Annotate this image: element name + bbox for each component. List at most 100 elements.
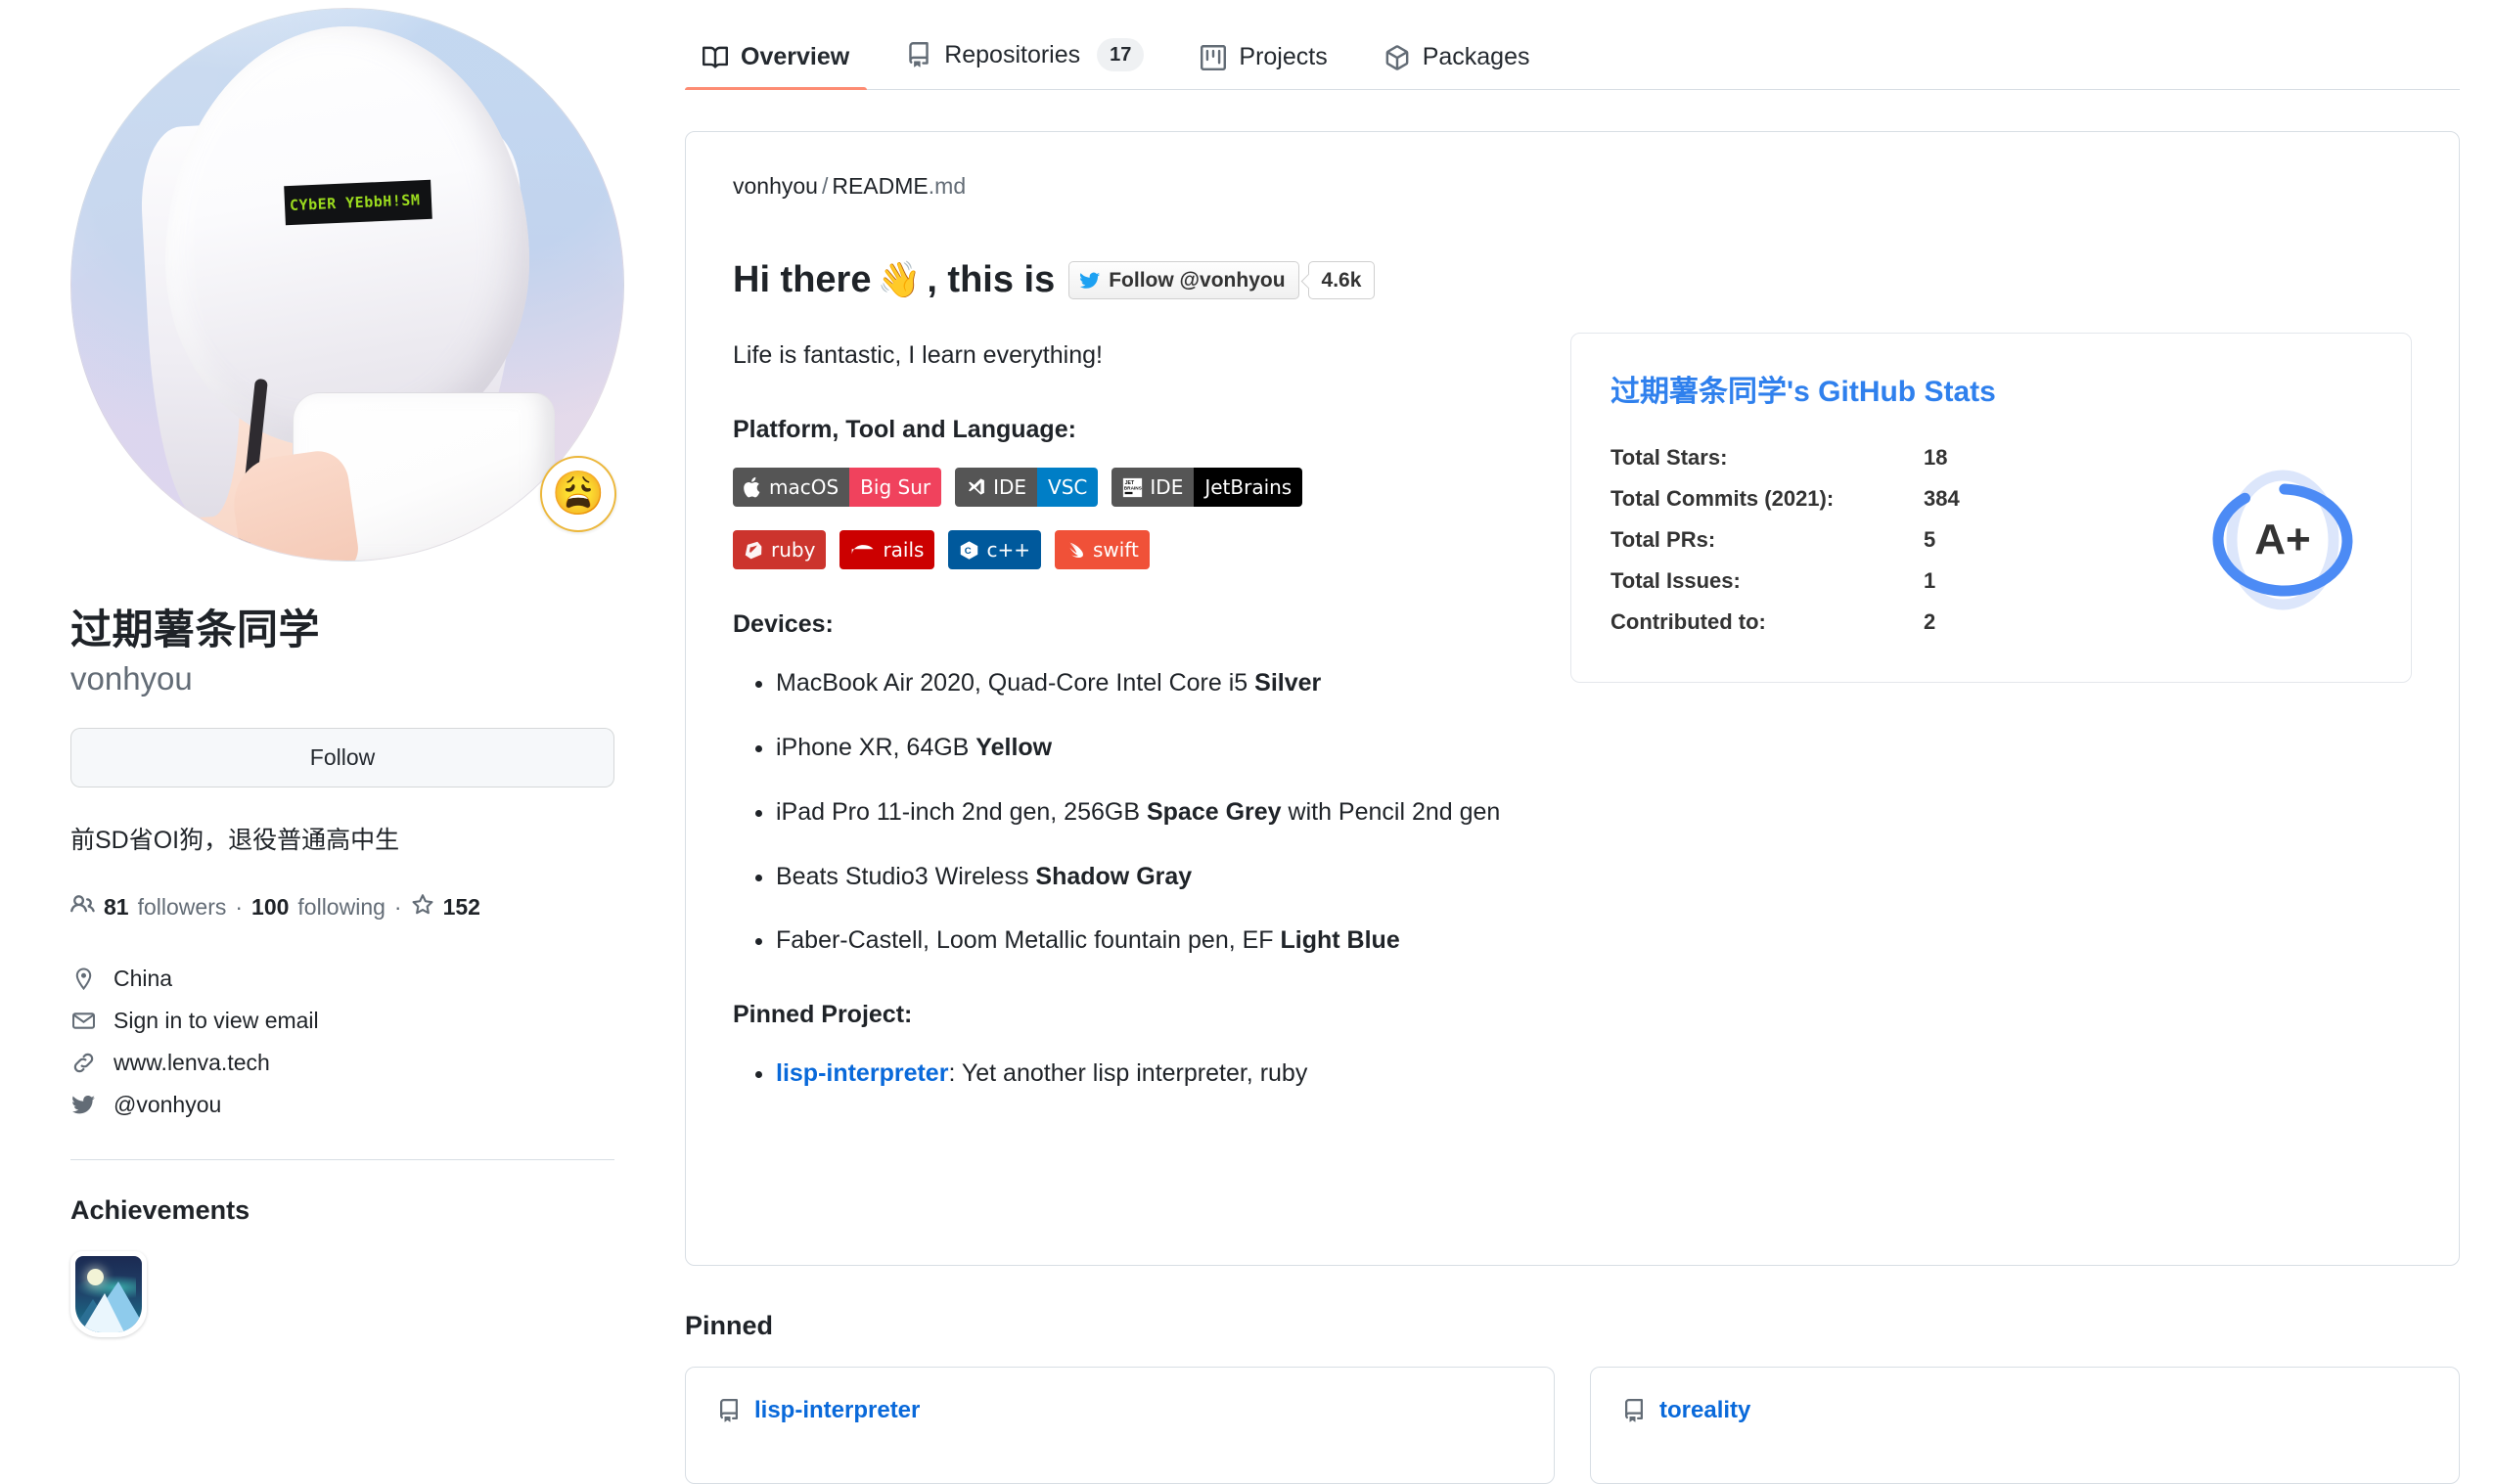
tab-projects[interactable]: Projects — [1183, 43, 1344, 89]
badge-jetbrains[interactable]: JET BRAINS IDE JetBrains — [1111, 468, 1303, 508]
following-label[interactable]: following — [297, 894, 386, 921]
profile-display-name: 过期薯条同学 — [70, 607, 321, 652]
arctic-code-vault-badge[interactable] — [70, 1251, 147, 1338]
pinned-project-link[interactable]: lisp-interpreter — [776, 1059, 948, 1087]
badge-swift-label: swift — [1092, 538, 1139, 562]
sidebar-divider — [70, 1159, 614, 1161]
stars-count[interactable]: 152 — [443, 894, 480, 921]
device-text: iPhone XR, 64GB — [776, 734, 976, 762]
github-stats-rows: Total Stars: 18 Total Commits (2021): 38… — [1610, 437, 2200, 643]
rank-ring: A+ — [2200, 457, 2366, 623]
badge-vscode-right: VSC — [1037, 468, 1099, 508]
followers-label[interactable]: followers — [138, 894, 227, 921]
device-bold: Yellow — [975, 734, 1053, 762]
wave-icon: 👋 — [877, 259, 922, 300]
following-count[interactable]: 100 — [251, 894, 289, 921]
tab-repositories[interactable]: Repositories 17 — [888, 38, 1161, 89]
profile-page: CYbER YEbbH!SM 😩 过期薯条同学 vonhyou Follow 前… — [0, 0, 2495, 1484]
apple-icon — [744, 476, 762, 498]
github-stats-card: 过期薯条同学's GitHub Stats Total Stars: 18 To… — [1570, 333, 2412, 683]
twitter-follower-count[interactable]: 4.6k — [1307, 261, 1376, 300]
svg-text:C: C — [965, 546, 972, 557]
meta-website-text[interactable]: www.lenva.tech — [113, 1050, 270, 1076]
stat-value: 1 — [1924, 568, 1936, 593]
badge-macos-left: macOS — [769, 475, 839, 500]
location-icon — [70, 967, 96, 992]
status-emoji-badge[interactable]: 😩 — [540, 456, 616, 532]
badge-rails-label: rails — [883, 538, 925, 562]
profile-tabs: Overview Repositories 17 Projects Packag… — [685, 0, 2460, 90]
stat-label: Total Issues: — [1610, 568, 1741, 593]
stat-label: Contributed to: — [1610, 609, 1766, 634]
tab-packages[interactable]: Packages — [1367, 43, 1548, 89]
avatar[interactable]: CYbER YEbbH!SM — [70, 8, 624, 562]
badge-cpp-label: c++ — [986, 538, 1030, 562]
stat-label: Total Commits (2021): — [1610, 486, 1835, 511]
badge-swift[interactable]: swift — [1054, 530, 1150, 570]
badge-macos[interactable]: macOS Big Sur — [733, 468, 942, 508]
readme-heading-post: , this is — [927, 259, 1056, 300]
stat-value: 2 — [1924, 609, 1936, 634]
github-stats-title: 过期薯条同学's GitHub Stats — [1610, 376, 1996, 408]
breadcrumb: vonhyou / README.md — [686, 132, 2459, 200]
github-stats-content: Total Stars: 18 Total Commits (2021): 38… — [1610, 437, 2372, 643]
stats-separator-1: · — [235, 894, 244, 921]
badge-cpp[interactable]: C c++ — [948, 530, 1041, 570]
meta-website[interactable]: www.lenva.tech — [70, 1042, 614, 1084]
badge-vscode[interactable]: IDE VSC — [955, 468, 1099, 508]
badge-vscode-left: IDE — [993, 475, 1027, 500]
device-bold: Shadow Gray — [1035, 862, 1193, 890]
ruby-icon — [744, 540, 764, 561]
badge-ruby[interactable]: ruby — [733, 530, 827, 570]
profile-sidebar: CYbER YEbbH!SM 😩 过期薯条同学 vonhyou Follow 前… — [0, 0, 685, 1452]
shield-icon — [70, 1251, 147, 1338]
people-icon — [70, 892, 95, 922]
repo-icon — [1622, 1399, 1646, 1422]
list-item: lisp-interpreter: Yet another lisp inter… — [776, 1055, 2412, 1093]
badge-ruby-label: ruby — [771, 538, 816, 562]
repo-icon — [906, 42, 931, 67]
device-text: MacBook Air 2020, Quad-Core Intel Core i… — [776, 669, 1255, 697]
meta-twitter-text[interactable]: @vonhyou — [113, 1092, 221, 1118]
package-icon — [1384, 44, 1410, 70]
breadcrumb-extension: .md — [928, 173, 967, 199]
pinned-repo-card[interactable]: toreality — [1590, 1367, 2460, 1484]
tab-repositories-label: Repositories — [944, 40, 1081, 68]
pinned-repo-card[interactable]: lisp-interpreter — [685, 1367, 1555, 1484]
badge-rails[interactable]: RAILS rails — [839, 530, 935, 570]
stat-label: Total PRs: — [1610, 527, 1716, 552]
pinned-repo-header: toreality — [1622, 1397, 2427, 1424]
list-item: Beats Studio3 Wireless Shadow Gray — [776, 858, 2412, 896]
stat-row: Total Issues: 1 — [1610, 561, 2200, 602]
meta-email[interactable]: Sign in to view email — [70, 1000, 614, 1042]
pinned-repo-name[interactable]: toreality — [1659, 1397, 1750, 1424]
swift-icon — [1066, 540, 1086, 561]
tab-overview-label: Overview — [741, 43, 850, 70]
profile-bio: 前SD省OI狗，退役普通高中生 — [70, 826, 400, 854]
breadcrumb-file[interactable]: README — [832, 173, 928, 199]
jetbrains-icon: JET BRAINS — [1122, 477, 1143, 498]
list-item: Faber-Castell, Loom Metallic fountain pe… — [776, 922, 2412, 960]
star-icon — [411, 893, 434, 922]
follow-button[interactable]: Follow — [70, 727, 614, 787]
meta-twitter[interactable]: @vonhyou — [70, 1084, 614, 1126]
meta-email-text[interactable]: Sign in to view email — [113, 1008, 319, 1034]
stat-row: Total Commits (2021): 384 — [1610, 478, 2200, 519]
repo-icon — [717, 1399, 741, 1422]
repositories-count: 17 — [1097, 38, 1145, 71]
device-bold: Silver — [1254, 669, 1322, 697]
twitter-follow-widget: Follow @vonhyou 4.6k — [1068, 261, 1376, 300]
pinned-repo-name[interactable]: lisp-interpreter — [754, 1397, 920, 1424]
followers-count[interactable]: 81 — [104, 894, 129, 921]
list-item: iPhone XR, 64GB Yellow — [776, 729, 2412, 767]
breadcrumb-owner[interactable]: vonhyou — [733, 173, 818, 199]
device-bold: Light Blue — [1280, 926, 1400, 955]
vscode-icon — [966, 477, 986, 498]
avatar-container: CYbER YEbbH!SM 😩 — [70, 8, 624, 562]
tab-overview[interactable]: Overview — [685, 43, 868, 90]
twitter-icon — [70, 1093, 96, 1118]
achievements-heading: Achievements — [70, 1195, 250, 1226]
twitter-follow-button[interactable]: Follow @vonhyou — [1068, 261, 1299, 300]
cpp-icon: C — [959, 540, 979, 561]
avatar-censor-bar: CYbER YEbbH!SM — [284, 179, 432, 226]
